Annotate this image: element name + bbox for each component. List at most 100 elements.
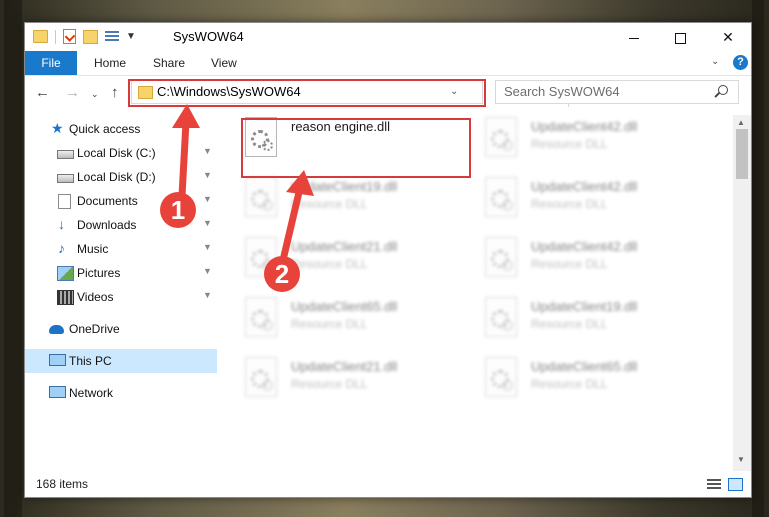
minimize-icon xyxy=(629,37,639,39)
step-2-badge: 2 xyxy=(264,256,300,292)
tab-share[interactable]: Share xyxy=(153,51,185,75)
pin-icon[interactable]: ▼ xyxy=(203,218,212,228)
back-button[interactable]: ← xyxy=(35,84,50,101)
sidebar-item-quick-access[interactable]: ★ Quick access xyxy=(25,117,217,141)
file-item[interactable]: UpdateClient19.dll Resource DLL xyxy=(481,295,713,355)
computer-icon xyxy=(49,354,66,366)
file-type: Resource DLL xyxy=(531,377,608,391)
new-folder-icon[interactable] xyxy=(83,29,98,44)
search-icon[interactable] xyxy=(718,85,728,95)
address-bar[interactable]: C:\Windows\SysWOW64 ⌄ ↻ xyxy=(131,80,585,107)
sidebar-item-pictures[interactable]: Pictures ▼ xyxy=(25,261,217,285)
sidebar-item-music[interactable]: ♪ Music ▼ xyxy=(25,237,217,261)
dll-file-icon xyxy=(245,177,277,217)
details-view-icon[interactable] xyxy=(707,479,721,490)
star-icon: ★ xyxy=(51,120,64,136)
toolbar-divider xyxy=(55,29,56,44)
recent-locations-button[interactable]: ⌄ xyxy=(91,89,99,100)
video-icon xyxy=(57,290,74,305)
search-box[interactable] xyxy=(495,80,739,104)
maximize-button[interactable] xyxy=(657,23,703,51)
forward-button[interactable]: → xyxy=(65,84,80,101)
pin-icon[interactable]: ▼ xyxy=(203,194,212,204)
expand-ribbon-icon[interactable]: ⌄ xyxy=(711,56,719,67)
sidebar-item-label: Pictures xyxy=(77,266,121,280)
file-name: UpdateClient21.dll xyxy=(291,359,398,374)
sidebar-item-label: Downloads xyxy=(77,218,137,232)
file-item[interactable]: UpdateClient42.dll Resource DLL xyxy=(481,235,713,295)
up-button[interactable]: ↑ xyxy=(111,84,119,101)
file-item-reason-engine[interactable]: reason engine.dll xyxy=(241,115,473,175)
view-options-icon[interactable] xyxy=(105,30,119,43)
address-path[interactable]: C:\Windows\SysWOW64 xyxy=(157,84,301,99)
scrollbar-thumb[interactable] xyxy=(736,129,748,179)
navigation-bar: ← → ⌄ ↑ C:\Windows\SysWOW64 ⌄ ↻ xyxy=(25,76,751,110)
pin-icon[interactable]: ▼ xyxy=(203,242,212,252)
file-type: Resource DLL xyxy=(531,317,608,331)
file-item[interactable]: UpdateClient21.dll Resource DLL xyxy=(241,355,473,415)
sidebar-item-onedrive[interactable]: OneDrive xyxy=(25,317,217,341)
file-type: Resource DLL xyxy=(531,137,608,151)
folder-icon xyxy=(138,86,153,99)
file-item[interactable]: UpdateClient42.dll Resource DLL xyxy=(481,115,713,175)
music-icon: ♪ xyxy=(58,240,65,256)
sidebar-item-label: This PC xyxy=(69,354,112,368)
address-dropdown-icon[interactable]: ⌄ xyxy=(450,86,458,97)
sidebar-item-label: Network xyxy=(69,386,114,400)
properties-icon[interactable] xyxy=(63,29,76,44)
dll-file-icon xyxy=(485,357,517,397)
file-type: Resource DLL xyxy=(291,317,368,331)
file-item[interactable]: UpdateClient19.dll Resource DLL xyxy=(241,175,473,235)
navigation-pane: ★ Quick access Local Disk (C:) ▼ Local D… xyxy=(25,115,217,471)
file-type: Resource DLL xyxy=(291,197,368,211)
title-bar: ▼ SysWOW64 ✕ xyxy=(25,23,751,51)
cloud-icon xyxy=(49,325,64,334)
file-name: reason engine.dll xyxy=(291,119,391,134)
dll-file-icon xyxy=(485,177,517,217)
sidebar-item-label: Music xyxy=(77,242,109,256)
customize-toolbar-icon[interactable]: ▼ xyxy=(126,31,136,42)
minimize-button[interactable] xyxy=(611,23,657,51)
folder-icon xyxy=(33,30,48,43)
file-item[interactable]: UpdateClient65.dll Resource DLL xyxy=(241,295,473,355)
file-item[interactable]: UpdateClient65.dll Resource DLL xyxy=(481,355,713,415)
background-tree xyxy=(752,0,764,517)
file-item[interactable]: UpdateClient42.dll Resource DLL xyxy=(481,175,713,235)
file-name: UpdateClient19.dll xyxy=(291,179,398,194)
search-input[interactable] xyxy=(504,84,704,99)
sidebar-item-this-pc[interactable]: This PC xyxy=(25,349,217,373)
file-name: UpdateClient19.dll xyxy=(531,299,638,314)
scroll-down-icon[interactable]: ▼ xyxy=(737,455,745,464)
window-title: SysWOW64 xyxy=(173,29,244,44)
background-tree xyxy=(4,0,22,517)
document-icon xyxy=(58,194,71,209)
pin-icon[interactable]: ▼ xyxy=(203,266,212,276)
pin-icon[interactable]: ▼ xyxy=(203,290,212,300)
dll-file-icon xyxy=(485,237,517,277)
help-icon[interactable]: ? xyxy=(733,55,748,70)
sidebar-item-local-disk-d[interactable]: Local Disk (D:) ▼ xyxy=(25,165,217,189)
file-type: Resource DLL xyxy=(291,377,368,391)
pin-icon[interactable]: ▼ xyxy=(203,170,212,180)
file-name: UpdateClient42.dll xyxy=(531,119,638,134)
maximize-icon xyxy=(674,32,686,44)
file-type: Resource DLL xyxy=(531,257,608,271)
large-icons-view-icon[interactable] xyxy=(728,478,743,491)
explorer-window: ▼ SysWOW64 ✕ File Home Share View ⌄ ? ← … xyxy=(24,22,752,498)
vertical-scrollbar[interactable]: ▲ ▼ xyxy=(733,115,751,471)
sidebar-item-label: OneDrive xyxy=(69,322,120,336)
sidebar-item-network[interactable]: Network xyxy=(25,381,217,405)
tab-view[interactable]: View xyxy=(211,51,237,75)
file-name: UpdateClient65.dll xyxy=(291,299,398,314)
sidebar-item-label: Documents xyxy=(77,194,138,208)
sidebar-item-videos[interactable]: Videos ▼ xyxy=(25,285,217,309)
pin-icon[interactable]: ▼ xyxy=(203,146,212,156)
tab-file[interactable]: File xyxy=(25,51,77,75)
sidebar-item-local-disk-c[interactable]: Local Disk (C:) ▼ xyxy=(25,141,217,165)
close-button[interactable]: ✕ xyxy=(705,23,751,51)
tab-home[interactable]: Home xyxy=(94,51,126,75)
step-1-badge: 1 xyxy=(160,192,196,228)
pictures-icon xyxy=(57,266,74,281)
scroll-up-icon[interactable]: ▲ xyxy=(737,118,745,127)
file-type: Resource DLL xyxy=(531,197,608,211)
